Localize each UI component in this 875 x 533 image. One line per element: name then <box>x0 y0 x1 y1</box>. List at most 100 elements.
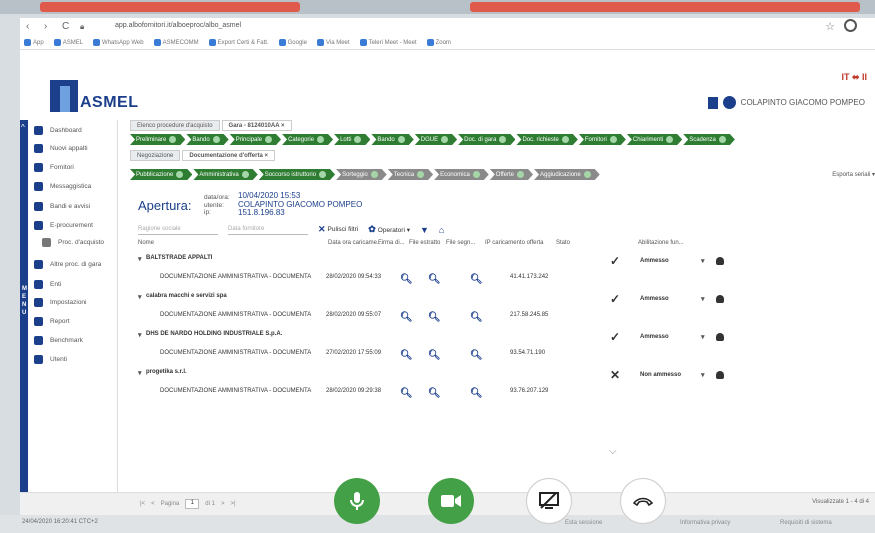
table-row[interactable]: DOCUMENTAZIONE AMMINISTRATIVA - DOCUMENT… <box>138 344 875 363</box>
user-permission-icon[interactable] <box>716 371 724 379</box>
magnifier-icon[interactable]: 🔍︎ <box>470 312 483 323</box>
step-pubblicazione[interactable]: Pubblicazione <box>130 169 192 180</box>
column-header[interactable]: Stato <box>556 240 570 246</box>
tab-second-0[interactable]: Negoziazione <box>130 150 181 161</box>
column-header[interactable]: IP caricamento offerta <box>485 240 543 246</box>
star-icon[interactable]: ☆ <box>825 20 835 33</box>
screen-share-button[interactable] <box>526 478 572 524</box>
user-menu[interactable]: COLAPINTO GIACOMO POMPEO <box>707 96 865 109</box>
magnifier-icon[interactable]: 🔍︎ <box>400 274 413 285</box>
magnifier-icon[interactable]: 🔍︎ <box>400 350 413 361</box>
step-economica[interactable]: Economica <box>434 169 489 180</box>
column-header[interactable]: File segn... <box>446 240 475 246</box>
column-header[interactable]: Data ora caricame... <box>328 240 382 246</box>
user-permission-icon[interactable] <box>716 295 724 303</box>
table-row[interactable]: DOCUMENTAZIONE AMMINISTRATIVA - DOCUMENT… <box>138 382 875 401</box>
status-select[interactable]: Non ammesso <box>640 372 681 378</box>
sidebar-item-utenti[interactable]: Utenti <box>34 355 67 364</box>
step-scadenza[interactable]: Scadenza <box>683 134 735 145</box>
sidebar-item-enti[interactable]: Enti <box>34 280 61 289</box>
profile-icon[interactable] <box>844 19 857 32</box>
tab-top-0[interactable]: Elenco procedure d'acquisto <box>130 120 220 131</box>
magnifier-icon[interactable]: 🔍︎ <box>428 274 441 285</box>
address-bar[interactable]: ‹ › C 🔒︎ app.albofornitori.it/alboeproc/… <box>20 18 875 36</box>
bookmark-item[interactable]: WhatsApp Web <box>93 39 144 46</box>
step-sorteggio[interactable]: Sorteggio <box>336 169 387 180</box>
session-link[interactable]: Esta sessione <box>565 520 602 526</box>
chevron-down-icon[interactable]: ▾ <box>701 371 705 379</box>
requirements-link[interactable]: Requisiti di sistema <box>780 520 832 526</box>
forward-icon[interactable]: › <box>44 21 47 32</box>
magnifier-icon[interactable]: 🔍︎ <box>428 388 441 399</box>
step-chiarimenti[interactable]: Chiarimenti <box>627 134 682 145</box>
step-doc-richieste[interactable]: Doc. richieste <box>516 134 577 145</box>
magnifier-icon[interactable]: 🔍︎ <box>470 388 483 399</box>
privacy-link[interactable]: Informativa privacy <box>680 520 730 526</box>
tab-second-1[interactable]: Documentazione d'offerta × <box>182 150 275 161</box>
magnifier-icon[interactable]: 🔍︎ <box>470 350 483 361</box>
sidebar-item-benchmark[interactable]: Benchmark <box>34 336 83 345</box>
chevron-down-icon[interactable]: ▾ <box>701 333 705 341</box>
step-offerte[interactable]: Offerte <box>490 169 533 180</box>
group-row[interactable]: ▾ DHS DE NARDO HOLDING INDUSTRIALE S.p.A.… <box>138 325 875 344</box>
status-select[interactable]: Ammesso <box>640 258 669 264</box>
reload-icon[interactable]: C <box>62 21 69 32</box>
hang-up-button[interactable] <box>620 478 666 524</box>
step-dgue[interactable]: DGUE <box>415 134 457 145</box>
group-row[interactable]: ▾ progetika s.r.l. ✕ Non ammesso ▾ <box>138 363 875 382</box>
ragione-sociale-input[interactable]: Ragione sociale <box>138 225 218 235</box>
step-soccorso-istruttorio[interactable]: Soccorso istruttorio <box>259 169 335 180</box>
column-header[interactable]: Firma di... <box>378 240 405 246</box>
expand-caret-icon[interactable]: ▾ <box>138 293 142 301</box>
magnifier-icon[interactable]: 🔍︎ <box>400 312 413 323</box>
bookmark-item[interactable]: Google <box>278 39 307 46</box>
page-input[interactable]: 1 <box>185 499 200 509</box>
group-row[interactable]: ▾ BALTSTRADE APPALTI ✓ Ammesso ▾ <box>138 249 875 268</box>
status-select[interactable]: Ammesso <box>640 334 669 340</box>
browser-tab[interactable] <box>40 2 300 12</box>
sidebar-item-report[interactable]: Report <box>34 317 70 326</box>
chevron-down-icon[interactable]: ▾ <box>701 295 705 303</box>
expand-caret-icon[interactable]: ▾ <box>138 255 142 263</box>
first-page-icon[interactable]: |< <box>140 501 145 507</box>
magnifier-icon[interactable]: 🔍︎ <box>428 350 441 361</box>
user-permission-icon[interactable] <box>716 257 724 265</box>
prev-page-icon[interactable]: < <box>151 501 155 507</box>
sidebar-item-fornitori[interactable]: Fornitori <box>34 163 74 172</box>
status-select[interactable]: Ammesso <box>640 296 669 302</box>
step-bando[interactable]: Bando <box>186 134 228 145</box>
tab-top-1[interactable]: Gara - 8124010AA × <box>221 120 292 131</box>
url-text[interactable]: app.albofornitori.it/alboeproc/albo_asme… <box>115 22 241 29</box>
user-permission-icon[interactable] <box>716 333 724 341</box>
step-lotti[interactable]: Lotti <box>334 134 370 145</box>
bookmark-item[interactable]: Via Meet <box>316 39 350 46</box>
sidebar-item-altre-proc-di-gara[interactable]: Altre proc. di gara <box>34 260 101 269</box>
language-flags[interactable]: IT ⬌ II <box>841 72 867 83</box>
column-header[interactable]: Abilitazione fun... <box>638 240 684 246</box>
operators-button[interactable]: ✿ Operatori ▾ <box>368 224 410 235</box>
filter-funnel-button[interactable]: ▼ <box>420 225 429 235</box>
step-categorie[interactable]: Categorie <box>282 134 333 145</box>
microphone-button[interactable] <box>334 478 380 524</box>
step-amministrativa[interactable]: Amministrativa <box>193 169 257 180</box>
magnifier-icon[interactable]: 🔍︎ <box>400 388 413 399</box>
step-principale[interactable]: Principale <box>230 134 281 145</box>
camera-button[interactable] <box>428 478 474 524</box>
magnifier-icon[interactable]: 🔍︎ <box>470 274 483 285</box>
asmel-logo[interactable]: ASMEL <box>50 80 140 116</box>
magnifier-icon[interactable]: 🔍︎ <box>428 312 441 323</box>
column-header[interactable]: Nome <box>138 240 154 246</box>
sidebar-item-impostazioni[interactable]: Impostazioni <box>34 298 87 307</box>
step-fornitori[interactable]: Fornitori <box>579 134 626 145</box>
back-icon[interactable]: ‹ <box>26 21 29 32</box>
last-page-icon[interactable]: >| <box>230 501 235 507</box>
table-row[interactable]: DOCUMENTAZIONE AMMINISTRATIVA - DOCUMENT… <box>138 306 875 325</box>
table-row[interactable]: DOCUMENTAZIONE AMMINISTRATIVA - DOCUMENT… <box>138 268 875 287</box>
step-bando[interactable]: Bando <box>371 134 413 145</box>
sidebar-item-nuovi-appalti[interactable]: Nuovi appalti <box>34 144 88 153</box>
bookmark-item[interactable]: App <box>24 39 44 46</box>
step-doc-di-gara[interactable]: Doc. di gara <box>458 134 515 145</box>
browser-tab[interactable] <box>470 2 860 12</box>
home-filter-button[interactable]: ⌂ <box>439 225 444 235</box>
sidebar-item-e-procurement[interactable]: E-procurement <box>34 221 93 230</box>
